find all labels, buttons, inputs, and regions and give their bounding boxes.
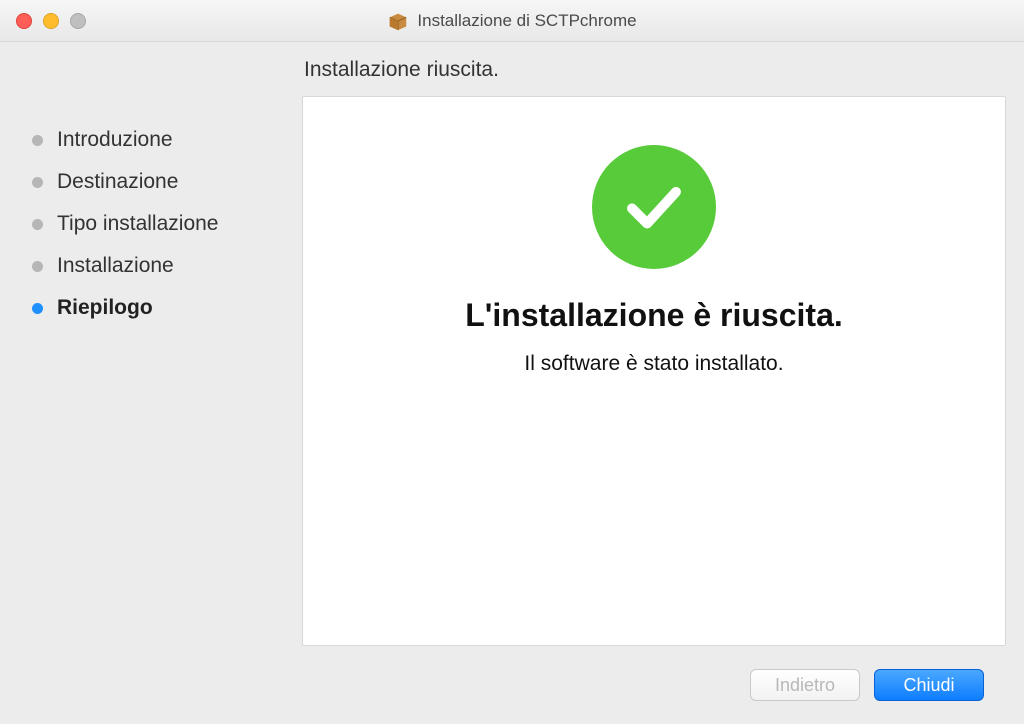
window-title: Installazione di SCTPchrome [417, 11, 636, 31]
sidebar-step-introduzione: Introduzione [32, 128, 302, 152]
main-panel: Installazione riuscita. L'installazione … [302, 58, 1006, 646]
minimize-window-button[interactable] [43, 13, 59, 29]
success-title: L'installazione è riuscita. [465, 297, 843, 334]
installer-window: Installazione di SCTPchrome Introduzione… [0, 0, 1024, 724]
package-icon [387, 10, 409, 32]
step-bullet-icon [32, 219, 43, 230]
step-bullet-icon [32, 135, 43, 146]
back-button: Indietro [750, 669, 860, 701]
columns: Introduzione Destinazione Tipo installaz… [18, 58, 1006, 646]
traffic-lights [16, 13, 86, 29]
sidebar-step-riepilogo: Riepilogo [32, 296, 302, 320]
zoom-window-button [70, 13, 86, 29]
success-subtitle: Il software è stato installato. [524, 352, 783, 376]
close-button[interactable]: Chiudi [874, 669, 984, 701]
content-box: L'installazione è riuscita. Il software … [302, 96, 1006, 646]
status-heading: Installazione riuscita. [302, 58, 1006, 82]
step-label: Riepilogo [57, 296, 153, 320]
step-label: Destinazione [57, 170, 178, 194]
step-label: Tipo installazione [57, 212, 218, 236]
step-label: Installazione [57, 254, 174, 278]
title-center: Installazione di SCTPchrome [0, 10, 1024, 32]
sidebar-step-installazione: Installazione [32, 254, 302, 278]
step-bullet-icon [32, 261, 43, 272]
body-area: Introduzione Destinazione Tipo installaz… [0, 42, 1024, 724]
footer: Indietro Chiudi [18, 646, 1006, 724]
sidebar-step-tipo-installazione: Tipo installazione [32, 212, 302, 236]
step-bullet-icon [32, 177, 43, 188]
sidebar-step-destinazione: Destinazione [32, 170, 302, 194]
success-checkmark-icon [592, 145, 716, 269]
step-label: Introduzione [57, 128, 173, 152]
titlebar: Installazione di SCTPchrome [0, 0, 1024, 42]
step-bullet-icon [32, 303, 43, 314]
close-window-button[interactable] [16, 13, 32, 29]
sidebar: Introduzione Destinazione Tipo installaz… [18, 58, 302, 646]
